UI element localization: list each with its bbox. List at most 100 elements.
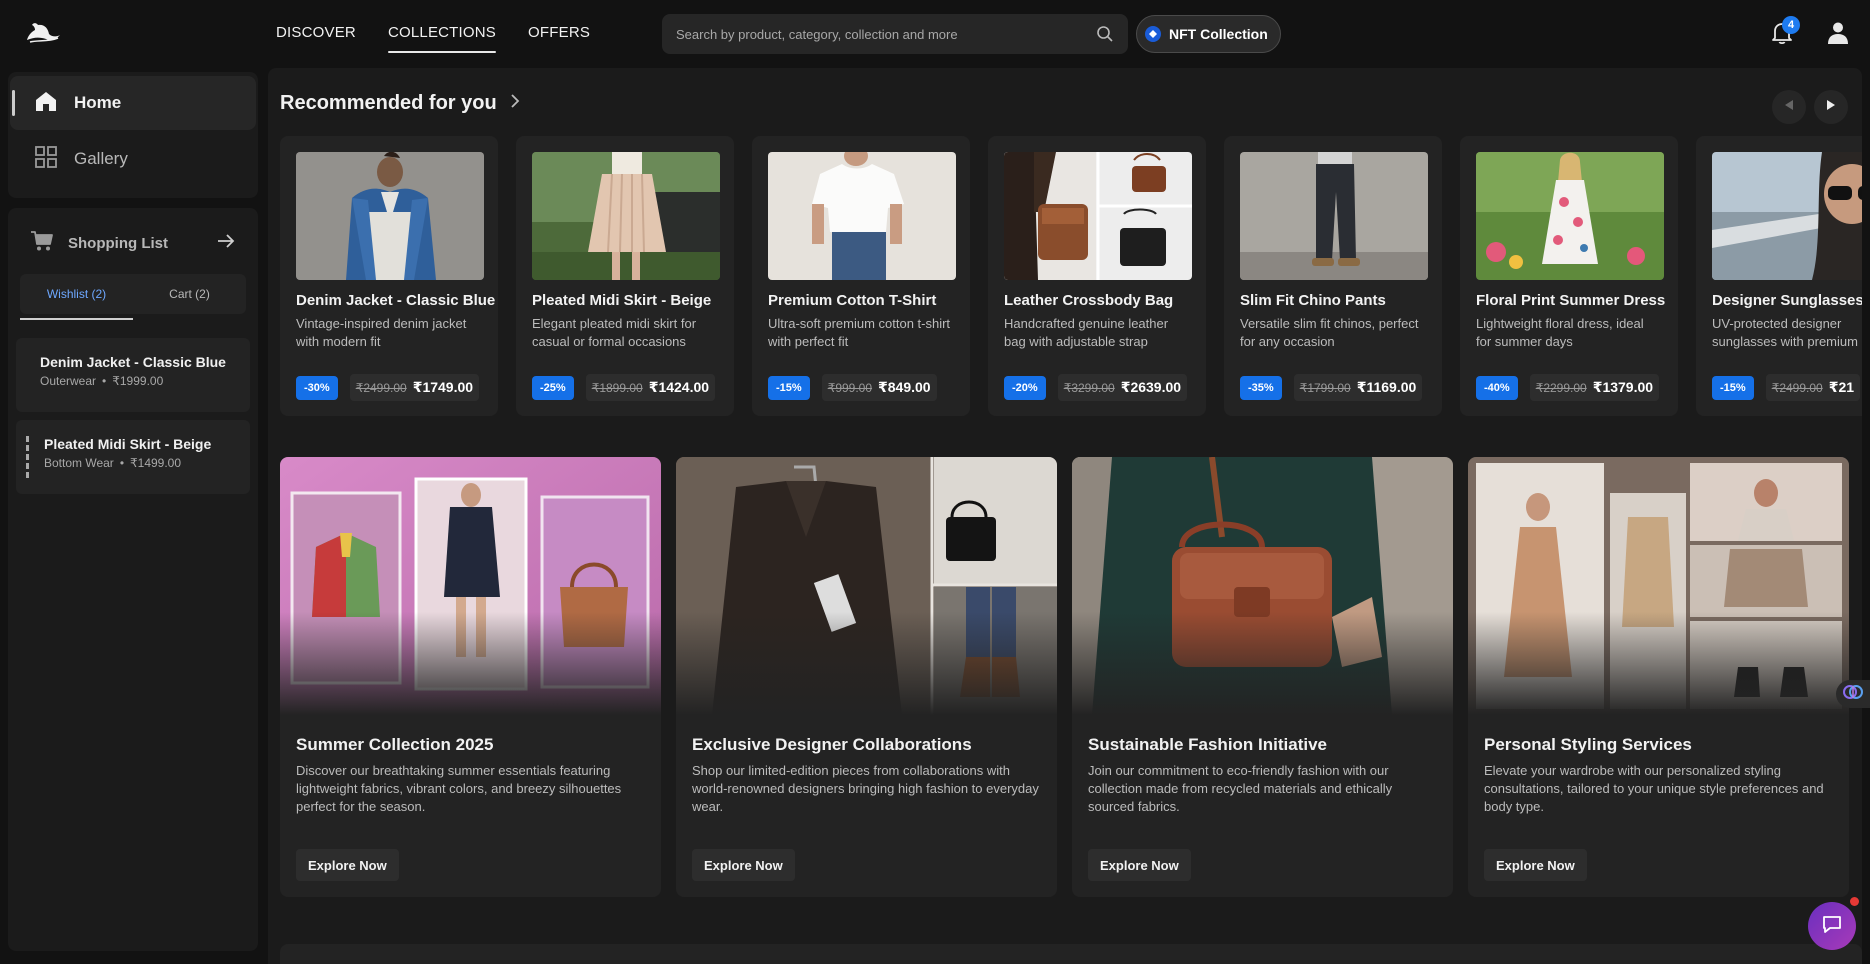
product-name: Slim Fit Chino Pants bbox=[1240, 292, 1386, 309]
original-price: ₹2499.00 bbox=[355, 381, 407, 395]
original-price: ₹999.00 bbox=[827, 381, 873, 395]
collection-image bbox=[676, 457, 1057, 715]
chevron-right-icon bbox=[509, 92, 521, 115]
shopping-tabs: Wishlist (2) Cart (2) bbox=[20, 274, 246, 314]
product-description: UV-protected designer sunglasses with pr… bbox=[1712, 316, 1858, 349]
sale-price: ₹1379.00 bbox=[1592, 379, 1654, 395]
active-tab-indicator bbox=[20, 318, 133, 320]
collection-title: Summer Collection 2025 bbox=[296, 735, 494, 754]
collections-grid: Summer Collection 2025 Discover our brea… bbox=[280, 457, 1862, 897]
triangle-left-icon bbox=[1784, 98, 1794, 116]
product-name: Designer Sunglasses bbox=[1712, 292, 1862, 309]
main-nav: DISCOVER COLLECTIONS OFFERS bbox=[276, 24, 590, 53]
chat-notification-dot bbox=[1850, 897, 1859, 906]
product-image bbox=[1476, 152, 1664, 280]
collection-title: Sustainable Fashion Initiative bbox=[1088, 735, 1327, 754]
collection-card[interactable]: Personal Styling Services Elevate your w… bbox=[1468, 457, 1849, 897]
sidebar-item-label: Gallery bbox=[74, 149, 128, 168]
chat-bubble-icon bbox=[1821, 913, 1843, 940]
sidebar-item-label: Home bbox=[74, 93, 122, 112]
carousel-next-button[interactable] bbox=[1814, 90, 1848, 124]
home-icon bbox=[34, 89, 58, 118]
brand-logo[interactable] bbox=[24, 20, 62, 50]
wishlist-item-meta: Bottom Wear • ₹1499.00 bbox=[44, 456, 182, 470]
wishlist-item-name: Pleated Midi Skirt - Beige bbox=[44, 436, 212, 452]
discount-badge: -15% bbox=[1712, 375, 1754, 400]
explore-now-button[interactable]: Explore Now bbox=[1088, 849, 1191, 881]
product-description: Versatile slim fit chinos, perfect for a… bbox=[1240, 316, 1419, 349]
wishlist-item[interactable]: Pleated Midi Skirt - Beige Bottom Wear • ₹… bbox=[16, 420, 250, 494]
price-box: ₹2499.00 ₹1749.00 bbox=[349, 374, 480, 401]
product-card[interactable]: Pleated Midi Skirt - Beige Elegant pleat… bbox=[516, 136, 734, 416]
product-description: Vintage-inspired denim jacket with moder… bbox=[296, 316, 467, 349]
product-card[interactable]: Denim Jacket - Classic Blue Vintage-insp… bbox=[280, 136, 498, 416]
product-card[interactable]: Designer Sunglasses UV-protected designe… bbox=[1696, 136, 1862, 416]
nav-discover[interactable]: DISCOVER bbox=[276, 24, 356, 53]
brain-icon bbox=[1843, 682, 1863, 707]
explore-now-button[interactable]: Explore Now bbox=[296, 849, 399, 881]
collection-title: Exclusive Designer Collaborations bbox=[692, 735, 972, 754]
tab-wishlist[interactable]: Wishlist (2) bbox=[20, 274, 133, 314]
search-icon[interactable] bbox=[1096, 25, 1114, 43]
collection-image bbox=[280, 457, 661, 715]
collection-card[interactable]: Sustainable Fashion Initiative Join our … bbox=[1072, 457, 1453, 897]
discount-badge: -25% bbox=[532, 375, 574, 400]
product-card[interactable]: Slim Fit Chino Pants Versatile slim fit … bbox=[1224, 136, 1442, 416]
tab-cart[interactable]: Cart (2) bbox=[133, 274, 246, 314]
explore-now-button[interactable]: Explore Now bbox=[1484, 849, 1587, 881]
product-name: Leather Crossbody Bag bbox=[1004, 292, 1174, 309]
product-card[interactable]: Floral Print Summer Dress Lightweight fl… bbox=[1460, 136, 1678, 416]
price-box: ₹1799.00 ₹1169.00 bbox=[1293, 374, 1423, 401]
search-bar bbox=[662, 14, 1128, 54]
recommended-title: Recommended for you bbox=[280, 92, 497, 114]
sale-price: ₹21 bbox=[1828, 379, 1855, 395]
recommended-heading[interactable]: Recommended for you bbox=[280, 92, 521, 115]
sidebar-item-home[interactable]: Home bbox=[10, 76, 256, 130]
sale-price: ₹849.00 bbox=[878, 379, 931, 395]
assistant-tab-button[interactable] bbox=[1836, 680, 1870, 708]
product-description: Handcrafted genuine leather bag with adj… bbox=[1004, 316, 1169, 349]
next-section-preview bbox=[280, 944, 1862, 964]
price-row: -35% ₹1799.00 ₹1169.00 bbox=[1240, 374, 1423, 401]
sidebar-item-gallery[interactable]: Gallery bbox=[10, 132, 256, 186]
price-row: -15% ₹2499.00 ₹21 bbox=[1712, 374, 1861, 401]
collection-card[interactable]: Exclusive Designer Collaborations Shop o… bbox=[676, 457, 1057, 897]
original-price: ₹1899.00 bbox=[591, 381, 643, 395]
discount-badge: -30% bbox=[296, 375, 338, 400]
sale-price: ₹1169.00 bbox=[1356, 379, 1417, 395]
wishlist-item-name: Denim Jacket - Classic Blue bbox=[40, 354, 226, 370]
search-input[interactable] bbox=[676, 26, 1096, 42]
shopping-list-header[interactable]: Shopping List bbox=[30, 230, 168, 256]
nft-collection-label: NFT Collection bbox=[1169, 26, 1268, 42]
collection-image bbox=[1468, 457, 1849, 715]
wishlist-item[interactable]: Denim Jacket - Classic Blue Outerwear • ₹1… bbox=[16, 338, 250, 412]
price-box: ₹2499.00 ₹21 bbox=[1765, 374, 1861, 401]
nav-offers[interactable]: OFFERS bbox=[528, 24, 590, 53]
explore-now-button[interactable]: Explore Now bbox=[692, 849, 795, 881]
product-name: Pleated Midi Skirt - Beige bbox=[532, 292, 712, 309]
discount-badge: -40% bbox=[1476, 375, 1518, 400]
product-image bbox=[1004, 152, 1192, 280]
collection-description: Shop our limited-edition pieces from col… bbox=[692, 763, 1039, 814]
shopping-list-panel: Shopping List Wishlist (2) Cart (2) Deni… bbox=[8, 208, 258, 951]
original-price: ₹2499.00 bbox=[1771, 381, 1823, 395]
arrow-right-icon[interactable] bbox=[216, 232, 236, 250]
product-card[interactable]: Premium Cotton T-Shirt Ultra-soft premiu… bbox=[752, 136, 970, 416]
collection-card[interactable]: Summer Collection 2025 Discover our brea… bbox=[280, 457, 661, 897]
collection-image bbox=[1072, 457, 1453, 715]
recommended-carousel: Denim Jacket - Classic Blue Vintage-insp… bbox=[280, 136, 1862, 416]
sale-price: ₹2639.00 bbox=[1120, 379, 1182, 395]
product-image bbox=[532, 152, 720, 280]
chat-button[interactable] bbox=[1808, 902, 1856, 950]
main-content: Recommended for you Denim Jacket - Class… bbox=[268, 68, 1862, 964]
notification-count-badge: 4 bbox=[1782, 16, 1800, 34]
shopping-list-title: Shopping List bbox=[68, 234, 168, 252]
product-image bbox=[1240, 152, 1428, 280]
nav-collections[interactable]: COLLECTIONS bbox=[387, 24, 497, 53]
price-row: -15% ₹999.00 ₹849.00 bbox=[768, 374, 937, 401]
carousel-prev-button[interactable] bbox=[1772, 90, 1806, 124]
nft-collection-button[interactable]: NFT Collection bbox=[1136, 15, 1281, 53]
user-icon[interactable] bbox=[1826, 20, 1850, 46]
product-card[interactable]: Leather Crossbody Bag Handcrafted genuin… bbox=[988, 136, 1206, 416]
product-name: Floral Print Summer Dress bbox=[1476, 292, 1666, 309]
